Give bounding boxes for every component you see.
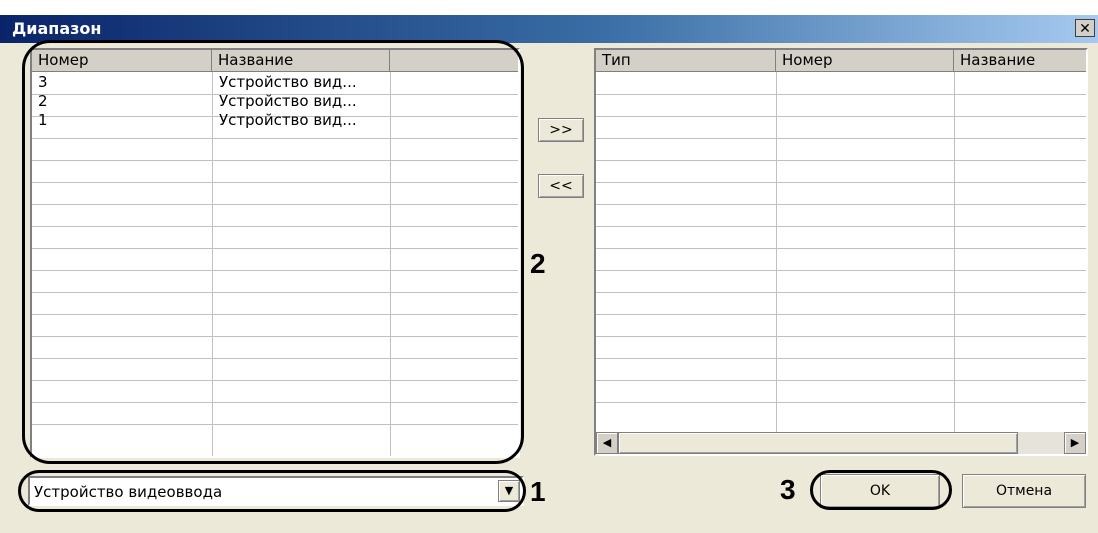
window-title: Диапазон bbox=[12, 19, 102, 38]
close-button[interactable]: ✕ bbox=[1075, 19, 1095, 37]
annotation-number-1: 1 bbox=[530, 476, 546, 507]
cancel-button[interactable]: Отмена bbox=[962, 474, 1086, 508]
arrow-right-icon: ▶ bbox=[1070, 436, 1080, 449]
annotation-outline-list bbox=[22, 40, 524, 464]
column-header-name[interactable]: Название bbox=[954, 50, 1086, 72]
add-selected-button[interactable]: >> bbox=[538, 118, 584, 142]
annotation-number-3: 3 bbox=[780, 474, 796, 505]
column-header-type[interactable]: Тип bbox=[596, 50, 776, 72]
arrow-left-icon: ◀ bbox=[602, 436, 612, 449]
title-bar bbox=[0, 15, 1098, 43]
scroll-left-button[interactable]: ◀ bbox=[596, 432, 618, 454]
close-icon: ✕ bbox=[1079, 21, 1091, 37]
selected-devices-list[interactable]: Тип Номер Название ◀ ▶ bbox=[594, 48, 1088, 456]
remove-selected-button[interactable]: << bbox=[538, 174, 584, 198]
scrollbar-thumb[interactable] bbox=[618, 432, 1018, 454]
scroll-right-button[interactable]: ▶ bbox=[1064, 432, 1086, 454]
annotation-number-2: 2 bbox=[530, 248, 546, 279]
column-header-number[interactable]: Номер bbox=[776, 50, 954, 72]
annotation-outline-select bbox=[18, 470, 526, 512]
annotation-outline-ok bbox=[810, 470, 952, 510]
